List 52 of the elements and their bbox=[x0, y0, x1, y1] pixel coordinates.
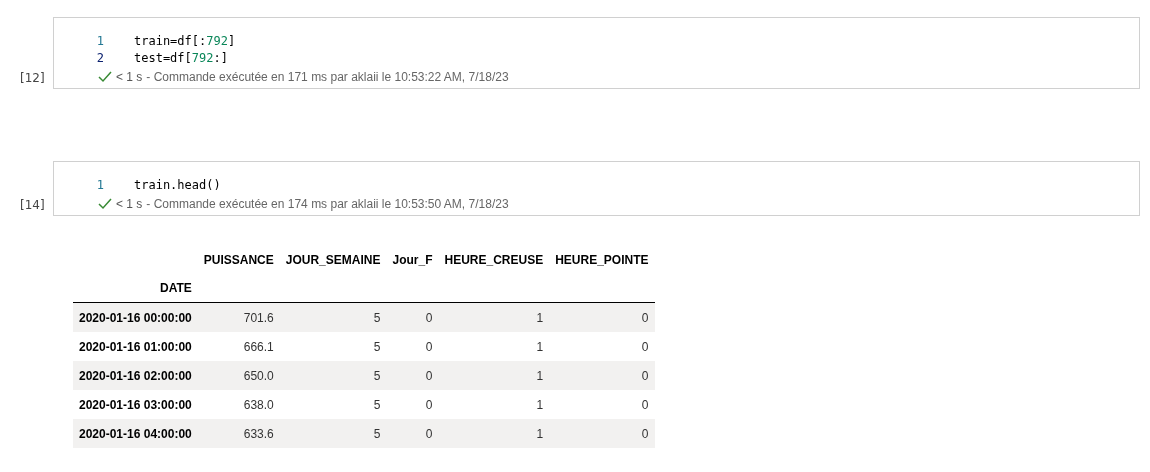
row-index: 2020-01-16 03:00:00 bbox=[73, 390, 198, 419]
table-cell: 0 bbox=[549, 361, 655, 390]
column-header: HEURE_POINTE bbox=[554, 252, 650, 269]
table-cell: 666.1 bbox=[197, 332, 280, 361]
table-cell: 1 bbox=[438, 419, 550, 448]
table-cell: 5 bbox=[279, 332, 387, 361]
code-cell[interactable]: 1 train=df[:792] 2 test=df[792:] < 1 s - Commande exécutée en 171 ms par aklaii le 10:53:22 AM, 7/18/23 bbox=[53, 17, 1140, 89]
table-cell: 701.6 bbox=[197, 302, 280, 332]
line-number: 1 bbox=[95, 177, 105, 192]
table-cell: 0 bbox=[549, 332, 655, 361]
checkmark-icon bbox=[98, 71, 112, 83]
table-cell: 638.0 bbox=[197, 390, 280, 419]
table-cell: 0 bbox=[386, 332, 439, 361]
checkmark-icon bbox=[98, 198, 112, 210]
index-name: DATE bbox=[73, 274, 198, 303]
table-cell: 1 bbox=[438, 302, 550, 332]
table-cell: 5 bbox=[279, 390, 387, 419]
table-cell: 0 bbox=[386, 390, 439, 419]
table-cell: 1 bbox=[438, 390, 550, 419]
row-index: 2020-01-16 04:00:00 bbox=[73, 419, 198, 448]
code-line: test=df[792:] bbox=[134, 50, 228, 65]
execution-count: [14] bbox=[19, 198, 46, 214]
code-line: train.head() bbox=[134, 177, 221, 192]
table-cell: 5 bbox=[279, 419, 387, 448]
table-cell: 0 bbox=[549, 419, 655, 448]
column-header: JOUR_SEMAINE bbox=[284, 252, 382, 269]
duration-text: < 1 s bbox=[116, 70, 143, 84]
table-cell: 1 bbox=[438, 361, 550, 390]
duration-text: < 1 s bbox=[116, 197, 143, 211]
code-cell[interactable]: 1 train.head() < 1 s - Commande exécutée en 174 ms par aklaii le 10:53:50 AM, 7/18/23 bbox=[53, 161, 1140, 216]
status-message: - Commande exécutée en 174 ms par aklaii le 10:53:50 AM, 7/18/23 bbox=[146, 197, 509, 211]
table-cell: 0 bbox=[549, 302, 655, 332]
column-header: HEURE_CREUSE bbox=[443, 252, 545, 269]
table-cell: 5 bbox=[279, 361, 387, 390]
table-cell: 1 bbox=[438, 332, 550, 361]
row-index: 2020-01-16 02:00:00 bbox=[73, 361, 198, 390]
table-cell: 650.0 bbox=[197, 361, 280, 390]
line-number: 1 bbox=[95, 33, 105, 48]
table-cell: 633.6 bbox=[197, 419, 280, 448]
table-cell: 0 bbox=[386, 361, 439, 390]
line-number: 2 bbox=[95, 50, 105, 65]
table-cell: 0 bbox=[549, 390, 655, 419]
code-line: train=df[:792] bbox=[134, 33, 236, 48]
status-message: - Commande exécutée en 171 ms par aklaii le 10:53:22 AM, 7/18/23 bbox=[146, 70, 509, 84]
execution-count: [12] bbox=[19, 71, 46, 87]
row-index: 2020-01-16 00:00:00 bbox=[73, 302, 198, 332]
table-cell: 0 bbox=[386, 419, 439, 448]
column-header: Jour_F bbox=[391, 252, 434, 269]
row-index: 2020-01-16 01:00:00 bbox=[73, 332, 198, 361]
column-header: PUISSANCE bbox=[202, 252, 275, 269]
table-cell: 5 bbox=[279, 302, 387, 332]
table-cell: 0 bbox=[386, 302, 439, 332]
